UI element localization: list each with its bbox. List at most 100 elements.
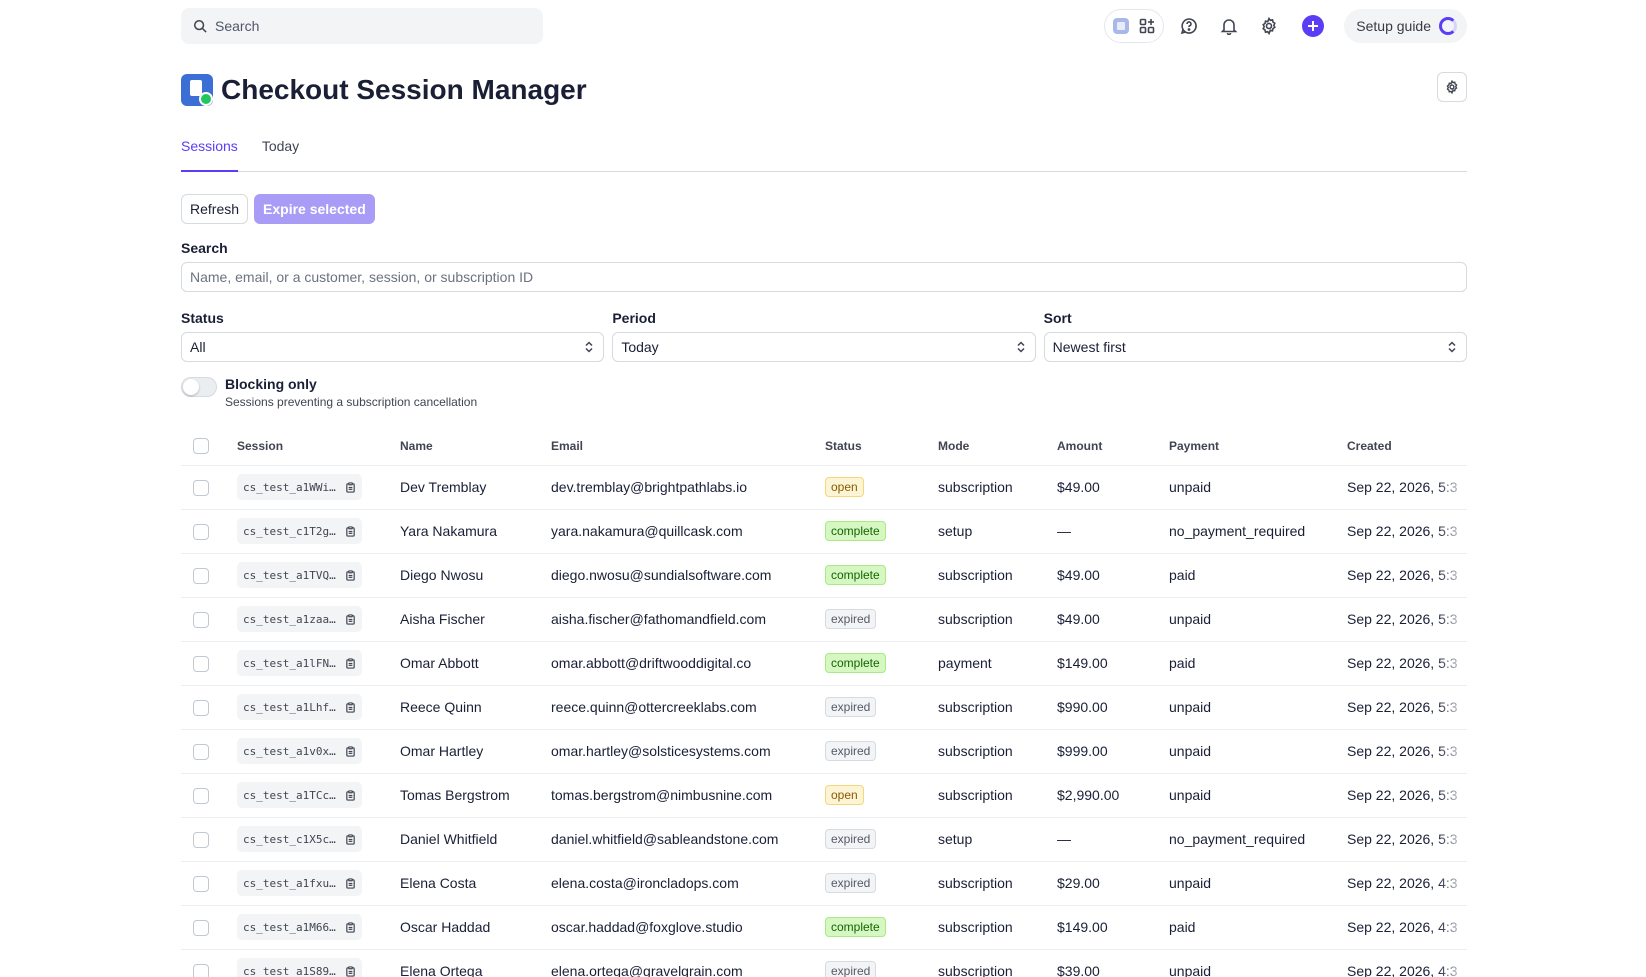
copy-icon[interactable] — [345, 833, 356, 845]
row-checkbox[interactable] — [193, 655, 209, 672]
column-header-status[interactable]: Status — [825, 427, 938, 466]
session-id-chip[interactable]: cs_test_a1WWiz… — [237, 474, 362, 500]
column-header-mode[interactable]: Mode — [938, 427, 1057, 466]
blocking-only-description: Sessions preventing a subscription cance… — [225, 395, 478, 409]
session-id-chip[interactable]: cs_test_a1fxu8… — [237, 870, 362, 896]
session-search-input[interactable]: Name, email, or a customer, session, or … — [181, 262, 1467, 292]
search-icon — [193, 19, 207, 33]
payment-cell: unpaid — [1169, 949, 1347, 977]
session-id-chip[interactable]: cs_test_a1zaar… — [237, 606, 362, 632]
tab-today[interactable]: Today — [262, 136, 299, 172]
session-id-chip[interactable]: cs_test_a1M66D… — [237, 914, 362, 940]
column-header-name[interactable]: Name — [400, 427, 551, 466]
session-id-chip[interactable]: cs_test_a1LhfN… — [237, 694, 362, 720]
expire-selected-button[interactable]: Expire selected — [254, 194, 375, 224]
app-icon[interactable] — [1113, 18, 1130, 34]
copy-icon[interactable] — [345, 789, 356, 801]
status-badge: complete — [825, 917, 886, 937]
action-bar: Refresh Expire selected — [181, 194, 1467, 224]
row-checkbox[interactable] — [193, 699, 209, 716]
copy-icon[interactable] — [345, 965, 356, 977]
mode-cell: setup — [938, 817, 1057, 862]
help-button[interactable] — [1174, 11, 1204, 41]
copy-icon[interactable] — [345, 877, 356, 889]
copy-icon[interactable] — [345, 525, 356, 537]
created-cell: Sep 22, 2026, 5:3 — [1347, 597, 1467, 642]
table-row[interactable]: cs_test_c1T2go… Yara Nakamura yara.nakamur… — [181, 509, 1467, 554]
column-header-session[interactable]: Session — [237, 427, 400, 466]
table-row[interactable]: cs_test_a1LhfN… Reece Quinn reece.quinn@ot… — [181, 685, 1467, 730]
table-row[interactable]: cs_test_c1X5c1… Daniel Whitfield daniel.wh… — [181, 817, 1467, 862]
blocking-only-toggle[interactable] — [181, 377, 217, 397]
session-id-chip[interactable]: cs_test_c1T2go… — [237, 518, 362, 544]
row-checkbox[interactable] — [193, 919, 209, 936]
table-row[interactable]: cs_test_a1v0xd… Omar Hartley omar.hartley@… — [181, 729, 1467, 774]
gear-icon — [1446, 80, 1458, 94]
row-checkbox[interactable] — [193, 523, 209, 540]
mode-cell: subscription — [938, 465, 1057, 510]
setup-guide-button[interactable]: Setup guide — [1344, 9, 1467, 43]
row-checkbox[interactable] — [193, 787, 209, 804]
copy-icon[interactable] — [345, 569, 356, 581]
notifications-button[interactable] — [1214, 11, 1244, 41]
amount-cell: — — [1057, 509, 1169, 554]
column-header-created[interactable]: Created — [1347, 427, 1467, 466]
payment-cell: unpaid — [1169, 685, 1347, 730]
status-cell: complete — [825, 509, 938, 554]
session-id-chip[interactable]: cs_test_a1TVQn… — [237, 562, 362, 588]
status-badge: expired — [825, 829, 877, 849]
copy-icon[interactable] — [345, 701, 356, 713]
column-header-amount[interactable]: Amount — [1057, 427, 1169, 466]
session-id-chip[interactable]: cs_test_a1TCck… — [237, 782, 362, 808]
column-header-email[interactable]: Email — [551, 427, 825, 466]
settings-button[interactable] — [1254, 11, 1284, 41]
status-cell: expired — [825, 597, 938, 642]
session-id-chip[interactable]: cs_test_c1X5c1… — [237, 826, 362, 852]
row-checkbox[interactable] — [193, 743, 209, 760]
session-id-chip[interactable]: cs_test_a1S89j… — [237, 958, 362, 977]
session-id-chip[interactable]: cs_test_a1lFNE… — [237, 650, 362, 676]
table-row[interactable]: cs_test_a1zaar… Aisha Fischer aisha.fische… — [181, 597, 1467, 642]
table-row[interactable]: cs_test_a1fxu8… Elena Costa elena.costa@ir… — [181, 861, 1467, 906]
row-checkbox[interactable] — [193, 831, 209, 848]
email-cell: tomas.bergstrom@nimbusnine.com — [551, 773, 825, 818]
copy-icon[interactable] — [345, 921, 356, 933]
global-search-input[interactable]: Search — [181, 8, 543, 44]
period-select[interactable]: Today — [612, 332, 1036, 362]
copy-icon[interactable] — [345, 481, 356, 493]
status-select[interactable]: All — [181, 332, 605, 362]
row-checkbox[interactable] — [193, 567, 209, 584]
payment-cell: paid — [1169, 905, 1347, 950]
amount-cell: $999.00 — [1057, 729, 1169, 774]
create-button[interactable] — [1302, 15, 1325, 37]
table-row[interactable]: cs_test_a1M66D… Oscar Haddad oscar.haddad@… — [181, 905, 1467, 950]
app-settings-button[interactable] — [1437, 72, 1467, 102]
row-checkbox[interactable] — [193, 611, 209, 628]
table-row[interactable]: cs_test_a1lFNE… Omar Abbott omar.abbott@dr… — [181, 641, 1467, 686]
table-row[interactable]: cs_test_a1TCck… Tomas Bergstrom tomas.berg… — [181, 773, 1467, 818]
session-id: cs_test_a1S89j… — [243, 964, 339, 977]
tab-sessions[interactable]: Sessions — [181, 136, 238, 172]
table-row[interactable]: cs_test_a1TVQn… Diego Nwosu diego.nwosu@su… — [181, 553, 1467, 598]
amount-cell: $990.00 — [1057, 685, 1169, 730]
table-row[interactable]: cs_test_a1S89j… Elena Ortega elena.ortega@… — [181, 949, 1467, 977]
fade-overlay — [1437, 905, 1467, 948]
session-id-chip[interactable]: cs_test_a1v0xd… — [237, 738, 362, 764]
apps-grid-icon[interactable] — [1139, 18, 1155, 34]
mode-cell: subscription — [938, 597, 1057, 642]
status-filter: Status All — [181, 310, 605, 362]
amount-cell: $2,990.00 — [1057, 773, 1169, 818]
row-checkbox[interactable] — [193, 875, 209, 892]
row-checkbox[interactable] — [193, 479, 209, 496]
refresh-button[interactable]: Refresh — [181, 194, 249, 224]
select-all-checkbox[interactable] — [193, 437, 209, 454]
sort-select[interactable]: Newest first — [1043, 332, 1467, 362]
created-cell: Sep 22, 2026, 5:3 — [1347, 509, 1467, 554]
row-checkbox[interactable] — [193, 963, 209, 977]
copy-icon[interactable] — [345, 657, 356, 669]
table-row[interactable]: cs_test_a1WWiz… Dev Tremblay dev.tremblay@… — [181, 465, 1467, 510]
apps-switcher[interactable] — [1104, 9, 1165, 43]
copy-icon[interactable] — [345, 745, 356, 757]
column-header-payment[interactable]: Payment — [1169, 427, 1347, 466]
copy-icon[interactable] — [345, 613, 356, 625]
